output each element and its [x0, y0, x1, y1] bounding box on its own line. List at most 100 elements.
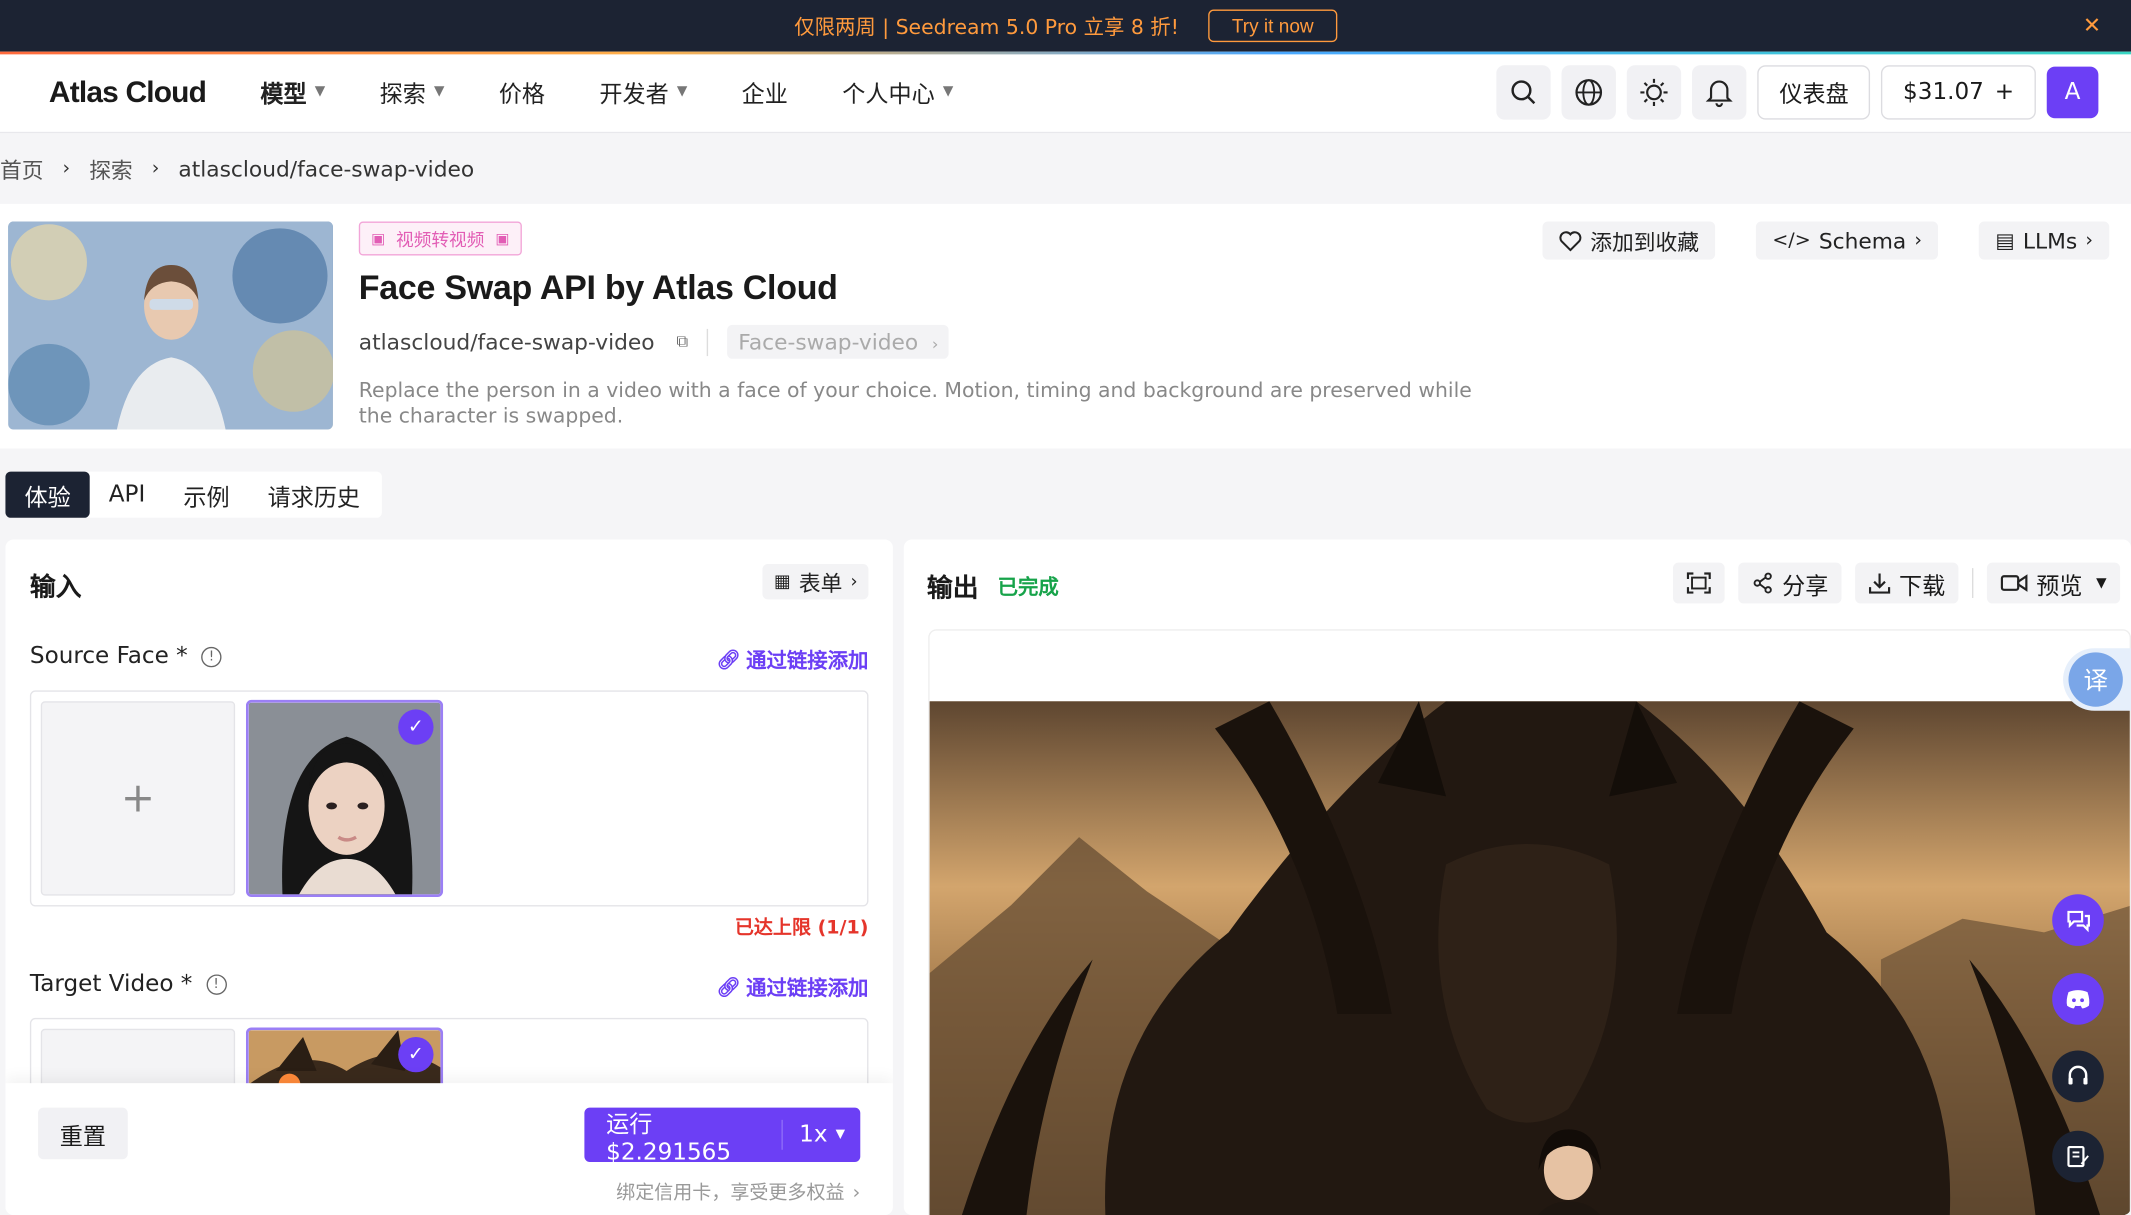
nav-item-explore[interactable]: 探索 ▼ [380, 75, 445, 109]
chevron-down-icon: ▼ [314, 84, 326, 100]
breadcrumb-current: atlascloud/face-swap-video [178, 155, 475, 182]
output-panel: 输出 已完成 分享 下载 预览 ▼ [903, 539, 2131, 1215]
close-icon[interactable]: ✕ [2083, 12, 2101, 38]
translate-widget[interactable]: 译 [2063, 648, 2131, 711]
run-button[interactable]: 运行 $2.291565 1x ▼ [584, 1107, 861, 1165]
chat-icon [2067, 910, 2090, 933]
code-icon: </> [1772, 229, 1811, 252]
try-it-now-button[interactable]: Try it now [1208, 9, 1337, 43]
search-button[interactable] [1496, 64, 1552, 119]
target-video-add-by-link[interactable]: 🔗︎ 通过链接添加 [717, 973, 869, 1002]
chevron-right-icon: › [62, 157, 71, 180]
support-button[interactable] [2052, 1050, 2104, 1103]
nav-label: 企业 [741, 81, 788, 109]
sun-icon [1640, 78, 1668, 106]
model-slug: atlascloud/face-swap-video [358, 328, 655, 355]
chevron-right-icon: › [850, 571, 858, 592]
info-icon[interactable]: ! [201, 646, 222, 667]
schema-label: Schema [1818, 227, 1907, 254]
chevron-down-icon: ▼ [2096, 575, 2107, 591]
heart-icon [1559, 230, 1582, 251]
reset-button[interactable]: 重置 [38, 1107, 128, 1160]
language-button[interactable] [1561, 64, 1617, 119]
llms-button[interactable]: ▤ LLMs › [1979, 221, 2110, 260]
tab-api[interactable]: API [90, 472, 165, 518]
divider [707, 328, 709, 356]
source-face-label: Source Face * ! [30, 643, 222, 670]
form-toggle-button[interactable]: ▦ 表单 › [763, 564, 869, 600]
logo[interactable]: Atlas Cloud [49, 74, 207, 109]
tab-request-history[interactable]: 请求历史 [249, 472, 379, 518]
nav-label: 模型 [260, 81, 307, 109]
theme-button[interactable] [1627, 64, 1682, 119]
dashboard-button[interactable]: 仪表盘 [1757, 64, 1871, 119]
balance-button[interactable]: $31.07 + [1881, 64, 2036, 119]
model-header: ▣ 视频转视频 ▣ Face Swap API by Atlas Cloud atl… [0, 203, 2131, 449]
target-video-label: Target Video * ! [29, 970, 227, 998]
nav-label: 个人中心 [842, 81, 935, 109]
bell-icon [1706, 79, 1734, 107]
bind-card-link[interactable]: 绑定信用卡，享受更多权益 › [616, 1178, 860, 1205]
avatar[interactable]: A [2046, 65, 2099, 118]
run-label: 运行 $2.291565 [584, 1111, 783, 1165]
info-icon[interactable]: ! [205, 973, 227, 995]
discord-button[interactable] [2052, 973, 2104, 1025]
model-family-link[interactable]: Face-swap-video › [727, 324, 950, 359]
source-face-label-text: Source Face * [29, 642, 188, 671]
notifications-button[interactable] [1692, 64, 1747, 119]
add-by-link-label: 通过链接添加 [746, 975, 869, 1001]
share-label: 分享 [1782, 572, 1829, 601]
model-description: Replace the person in a video with a fac… [358, 377, 1472, 429]
translate-icon: 译 [2068, 652, 2123, 707]
download-label: 下载 [1899, 572, 1946, 601]
share-icon [1753, 572, 1773, 594]
tab-bar: 体验 API 示例 请求历史 [5, 471, 382, 518]
chevron-right-icon: › [1914, 229, 1923, 252]
fullscreen-button[interactable] [1673, 562, 1726, 604]
share-button[interactable]: 分享 [1738, 562, 1842, 604]
divider [1972, 568, 1974, 598]
video-icon: ▣ [495, 229, 510, 248]
upload-add-button[interactable]: + [40, 701, 236, 896]
chevron-down-icon: ▼ [835, 1128, 846, 1142]
nav-item-models[interactable]: 模型 ▼ [260, 75, 325, 109]
page-title: Face Swap API by Atlas Cloud [358, 269, 838, 308]
copy-icon[interactable]: ⧉ [676, 332, 688, 352]
favorite-label: 添加到收藏 [1590, 229, 1699, 256]
output-video[interactable] [929, 701, 2130, 1215]
source-face-upload-area: + ✓ [29, 690, 869, 907]
source-face-image[interactable]: ✓ [245, 699, 444, 897]
discord-icon [2066, 990, 2090, 1009]
preview-select[interactable]: 预览 ▼ [1987, 562, 2121, 604]
breadcrumb-home[interactable]: 首页 [0, 152, 44, 185]
nav-item-personal[interactable]: 个人中心 ▼ [842, 75, 953, 109]
download-button[interactable]: 下载 [1855, 562, 1959, 604]
model-thumbnail [8, 221, 333, 430]
link-icon: 🔗︎ [716, 976, 741, 999]
add-by-link-label: 通过链接添加 [746, 648, 869, 673]
source-face-add-by-link[interactable]: 🔗︎ 通过链接添加 [717, 646, 869, 675]
breadcrumb-explore[interactable]: 探索 [89, 152, 133, 185]
chat-button[interactable] [2052, 894, 2104, 946]
output-viewer [928, 629, 2131, 1215]
nav-label: 价格 [498, 81, 546, 109]
search-icon [1511, 79, 1536, 104]
feedback-button[interactable] [2052, 1130, 2104, 1183]
nav-item-pricing[interactable]: 价格 [499, 75, 545, 109]
add-to-favorites-button[interactable]: 添加到收藏 [1542, 221, 1716, 260]
multiplier-select[interactable]: 1x ▼ [783, 1121, 845, 1148]
nav-label: 探索 [379, 81, 426, 109]
video-camera-icon [2001, 574, 2028, 592]
tab-examples[interactable]: 示例 [164, 472, 248, 518]
target-video-label-text: Target Video * [29, 970, 193, 998]
bind-card-label: 绑定信用卡，享受更多权益 [616, 1182, 845, 1205]
document-icon: ▤ [1995, 228, 2015, 253]
chevron-right-icon: › [151, 157, 160, 180]
banner-divider [0, 51, 2131, 55]
nav-item-enterprise[interactable]: 企业 [742, 75, 788, 109]
tab-playground[interactable]: 体验 [5, 471, 90, 518]
nav-item-developers[interactable]: 开发者 ▼ [599, 75, 687, 109]
plus-icon: + [120, 774, 156, 823]
schema-button[interactable]: </> Schema › [1756, 221, 1939, 260]
category-tag: ▣ 视频转视频 ▣ [358, 221, 522, 256]
